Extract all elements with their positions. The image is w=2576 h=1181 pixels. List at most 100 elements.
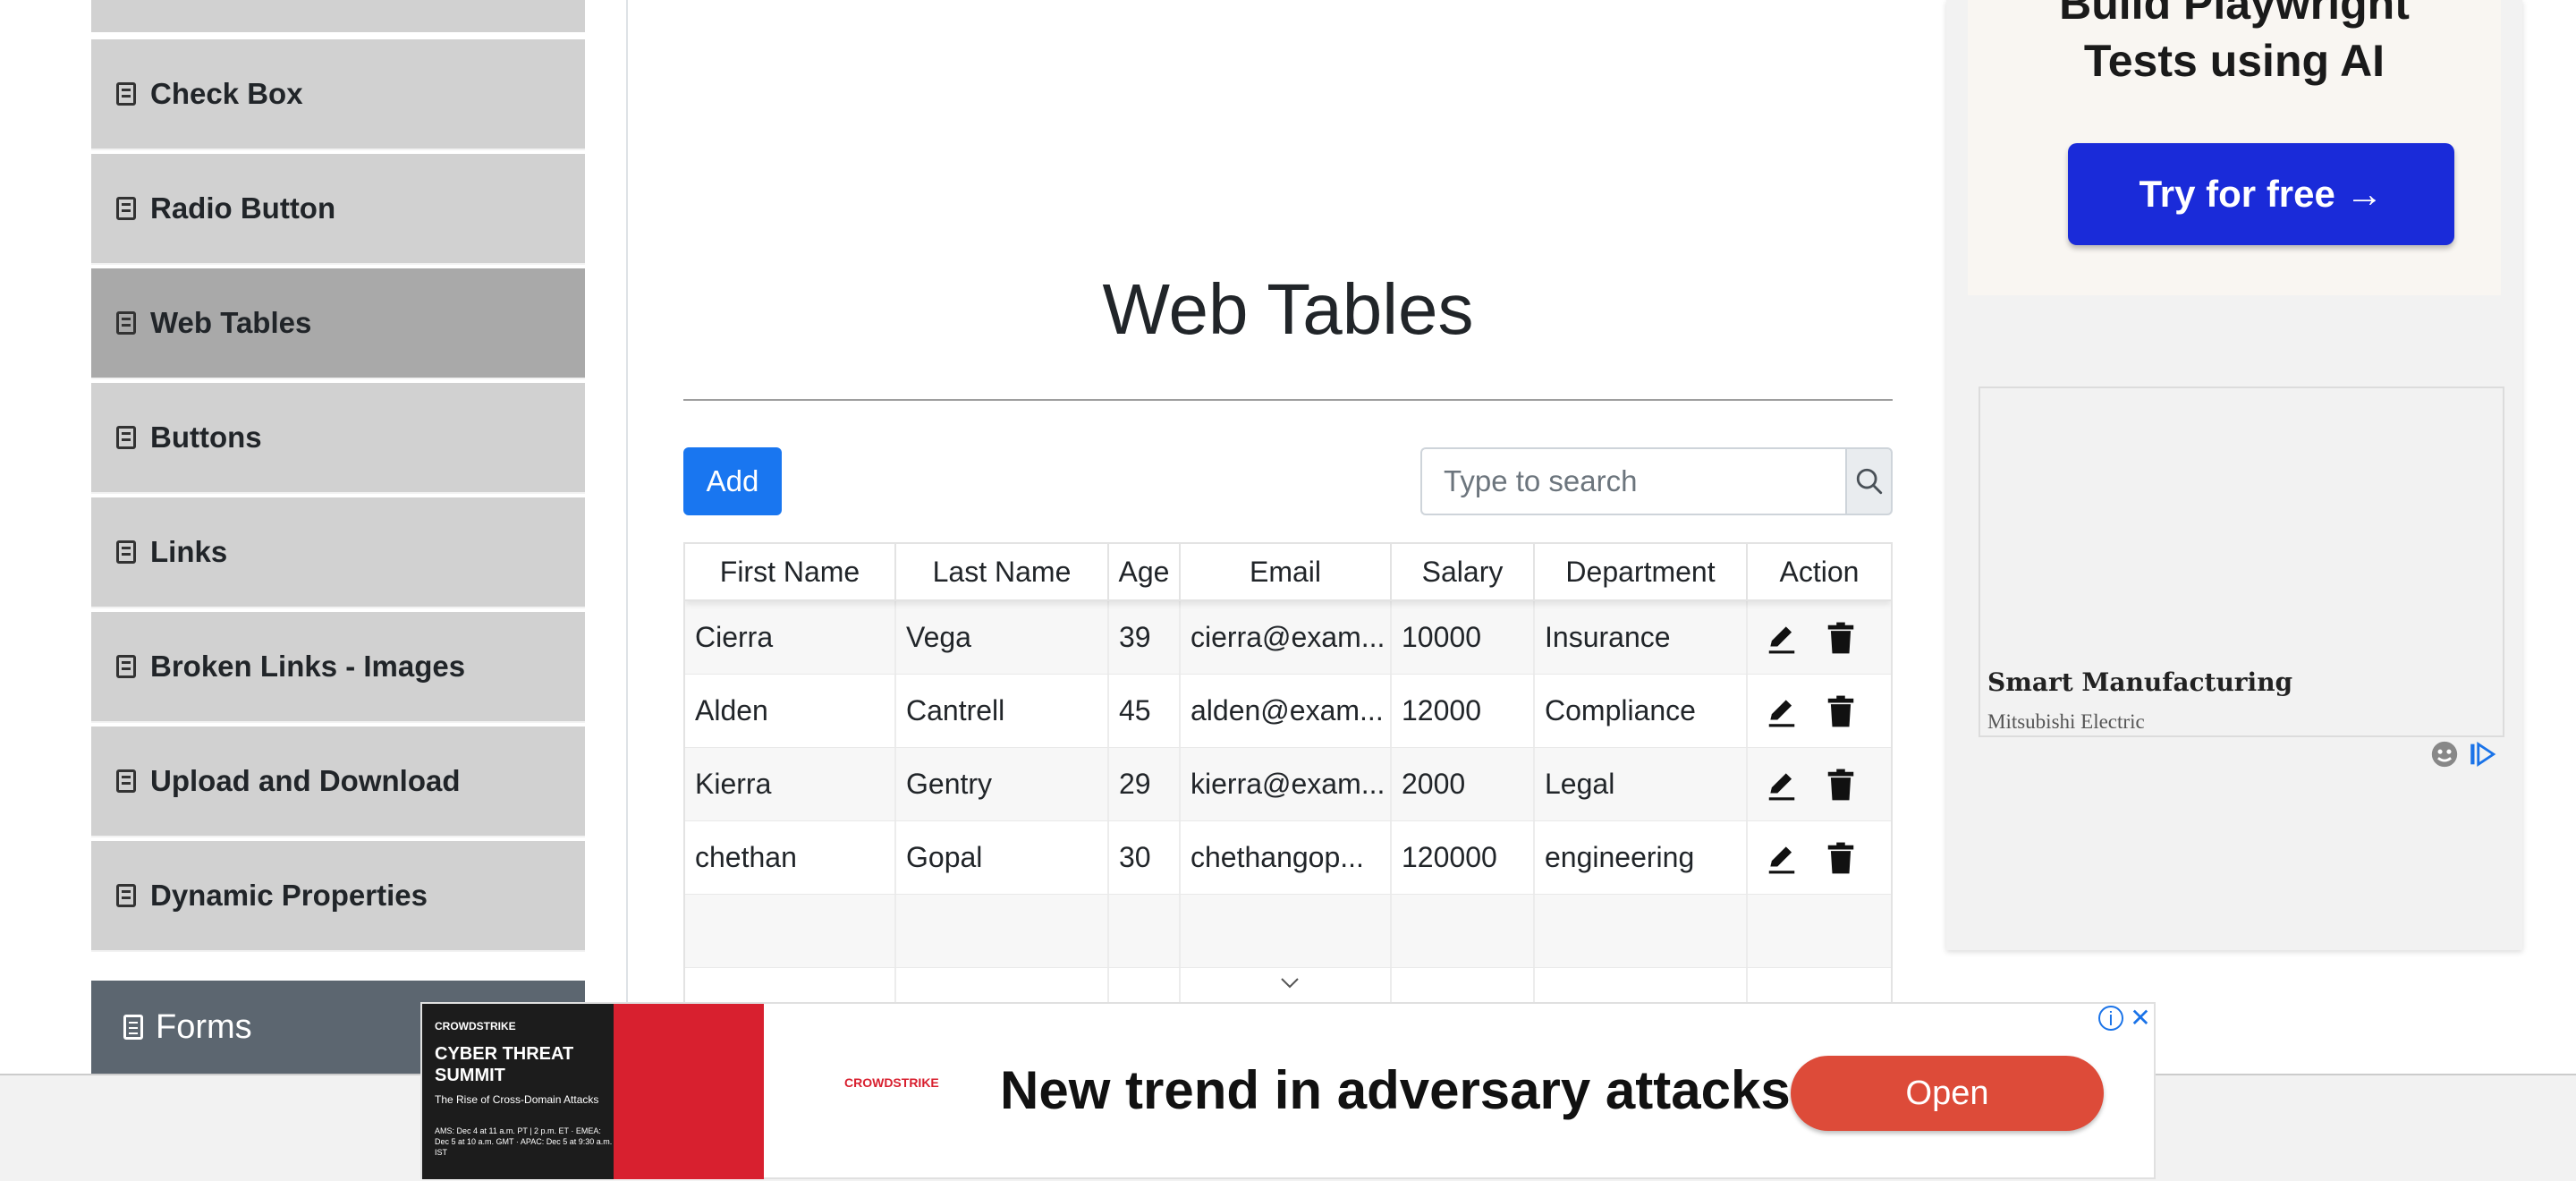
search-icon: [1856, 468, 1882, 495]
table-cell: Gentry: [896, 748, 1109, 820]
edit-button[interactable]: [1764, 620, 1800, 656]
sidebar-item-label: Buttons: [150, 421, 262, 454]
sidebar-item-broken-links[interactable]: Broken Links - Images: [91, 612, 585, 723]
trash-icon: [1827, 622, 1854, 653]
search-box: [1420, 447, 1893, 515]
column-header[interactable]: Salary: [1392, 544, 1535, 599]
column-header[interactable]: Action: [1748, 544, 1891, 599]
add-button[interactable]: Add: [683, 447, 782, 515]
table-cell: 12000: [1392, 675, 1535, 747]
html5-icon: [116, 82, 136, 106]
column-header[interactable]: Last Name: [896, 544, 1109, 599]
table-cell: 120000: [1392, 821, 1535, 894]
right-ad: Build Playwright Tests using AI Try for …: [1946, 0, 2522, 950]
info-icon[interactable]: i: [2098, 1006, 2123, 1031]
action-cell: [1748, 821, 1891, 894]
table-cell: alden@exam...: [1181, 675, 1392, 747]
edit-button[interactable]: [1764, 767, 1800, 803]
ad-image-subtitle: The Rise of Cross-Domain Attacks: [435, 1093, 599, 1106]
search-input[interactable]: [1420, 447, 1845, 515]
delete-button[interactable]: [1823, 840, 1859, 876]
promo-headline-line: Tests using AI: [2083, 36, 2385, 86]
sidebar-item-upload-download[interactable]: Upload and Download: [91, 726, 585, 837]
web-table: First Name Last Name Age Email Salary De…: [683, 542, 1893, 1007]
html5-icon: [116, 769, 136, 793]
page-title: Web Tables: [1102, 269, 1474, 349]
ad-image-brand: CROWDSTRIKE: [435, 1020, 516, 1032]
sidebar-item-links[interactable]: Links: [91, 497, 585, 608]
ad-image-dates: AMS: Dec 4 at 11 a.m. PT | 2 p.m. ET · E…: [435, 1126, 613, 1157]
table-cell: Cierra: [685, 601, 896, 674]
sidebar-item-label: Upload and Download: [150, 764, 461, 797]
html5-icon: [116, 426, 136, 449]
bottom-ad[interactable]: CROWDSTRIKE CYBER THREAT SUMMIT The Rise…: [420, 1002, 2156, 1179]
trash-icon: [1827, 769, 1854, 800]
html5-icon: [116, 311, 136, 335]
table-cell: 10000: [1392, 601, 1535, 674]
table-cell: Compliance: [1535, 675, 1748, 747]
table-cell: 39: [1109, 601, 1181, 674]
chevron-down-icon[interactable]: [1279, 972, 1301, 993]
search-button[interactable]: [1845, 447, 1893, 515]
sidebar-item-partial[interactable]: [91, 0, 585, 32]
open-button[interactable]: Open: [1791, 1056, 2104, 1131]
delete-button[interactable]: [1823, 693, 1859, 729]
table-row: Kierra Gentry 29 kierra@exam... 2000 Leg…: [685, 748, 1891, 821]
table-cell: 2000: [1392, 748, 1535, 820]
adchoices[interactable]: [2429, 739, 2497, 769]
sidebar-item-radio-button[interactable]: Radio Button: [91, 154, 585, 265]
edit-button[interactable]: [1764, 840, 1800, 876]
ad-card-title: Smart Manufacturing: [1987, 667, 2293, 697]
try-for-free-button[interactable]: Try for free →: [2068, 143, 2454, 245]
sidebar-item-label: Check Box: [150, 77, 303, 110]
sidebar-item-label: Dynamic Properties: [150, 879, 428, 912]
html5-icon: [116, 884, 136, 907]
sidebar-item-label: Links: [150, 535, 228, 568]
title-divider: [683, 399, 1893, 401]
delete-button[interactable]: [1823, 620, 1859, 656]
table-cell: Cantrell: [896, 675, 1109, 747]
table-cell: Alden: [685, 675, 896, 747]
table-cell: Vega: [896, 601, 1109, 674]
advertiser-logo: CROWDSTRIKE: [844, 1075, 939, 1090]
table-row: chethan Gopal 30 chethangop... 120000 en…: [685, 821, 1891, 895]
column-header[interactable]: Age: [1109, 544, 1181, 599]
ad-card-subtitle: Mitsubishi Electric: [1987, 710, 2145, 733]
promo-banner[interactable]: Build Playwright Tests using AI Try for …: [1968, 0, 2501, 295]
trash-icon: [1827, 695, 1854, 726]
ad-headline: New trend in adversary attacks: [1000, 1060, 1791, 1120]
ad-card[interactable]: Smart Manufacturing Mitsubishi Electric: [1979, 387, 2504, 737]
pencil-icon: [1768, 699, 1795, 726]
action-cell: [1748, 748, 1891, 820]
sidebar-item-web-tables[interactable]: Web Tables: [91, 268, 585, 379]
edit-button[interactable]: [1764, 693, 1800, 729]
delete-button[interactable]: [1823, 767, 1859, 803]
column-header[interactable]: First Name: [685, 544, 896, 599]
close-icon[interactable]: ✕: [2127, 1006, 2154, 1031]
ad-image: CROWDSTRIKE CYBER THREAT SUMMIT The Rise…: [422, 1004, 764, 1179]
table-row: Cierra Vega 39 cierra@exam... 10000 Insu…: [685, 601, 1891, 675]
table-cell: Gopal: [896, 821, 1109, 894]
sidebar-item-buttons[interactable]: Buttons: [91, 383, 585, 494]
pencil-icon: [1768, 845, 1795, 873]
ad-image-pattern: [614, 1004, 764, 1179]
ad-image-headline: CYBER THREAT SUMMIT: [435, 1044, 574, 1085]
adchoices-face-icon: [2431, 741, 2458, 768]
html5-icon: [116, 540, 136, 564]
pencil-icon: [1768, 772, 1795, 800]
table-header: First Name Last Name Age Email Salary De…: [685, 544, 1891, 601]
html5-icon: [116, 197, 136, 220]
table-row: Alden Cantrell 45 alden@exam... 12000 Co…: [685, 675, 1891, 748]
sidebar-item-label: Web Tables: [150, 306, 312, 339]
html5-icon: [116, 655, 136, 678]
sidebar-item-check-box[interactable]: Check Box: [91, 39, 585, 150]
table-cell: kierra@exam...: [1181, 748, 1392, 820]
table-cell: chethangop...: [1181, 821, 1392, 894]
table-cell: cierra@exam...: [1181, 601, 1392, 674]
column-header[interactable]: Email: [1181, 544, 1392, 599]
table-cell: Legal: [1535, 748, 1748, 820]
table-cell: 30: [1109, 821, 1181, 894]
sidebar-item-dynamic-properties[interactable]: Dynamic Properties: [91, 841, 585, 952]
promo-headline: Build Playwright Tests using AI: [1968, 0, 2501, 89]
column-header[interactable]: Department: [1535, 544, 1748, 599]
